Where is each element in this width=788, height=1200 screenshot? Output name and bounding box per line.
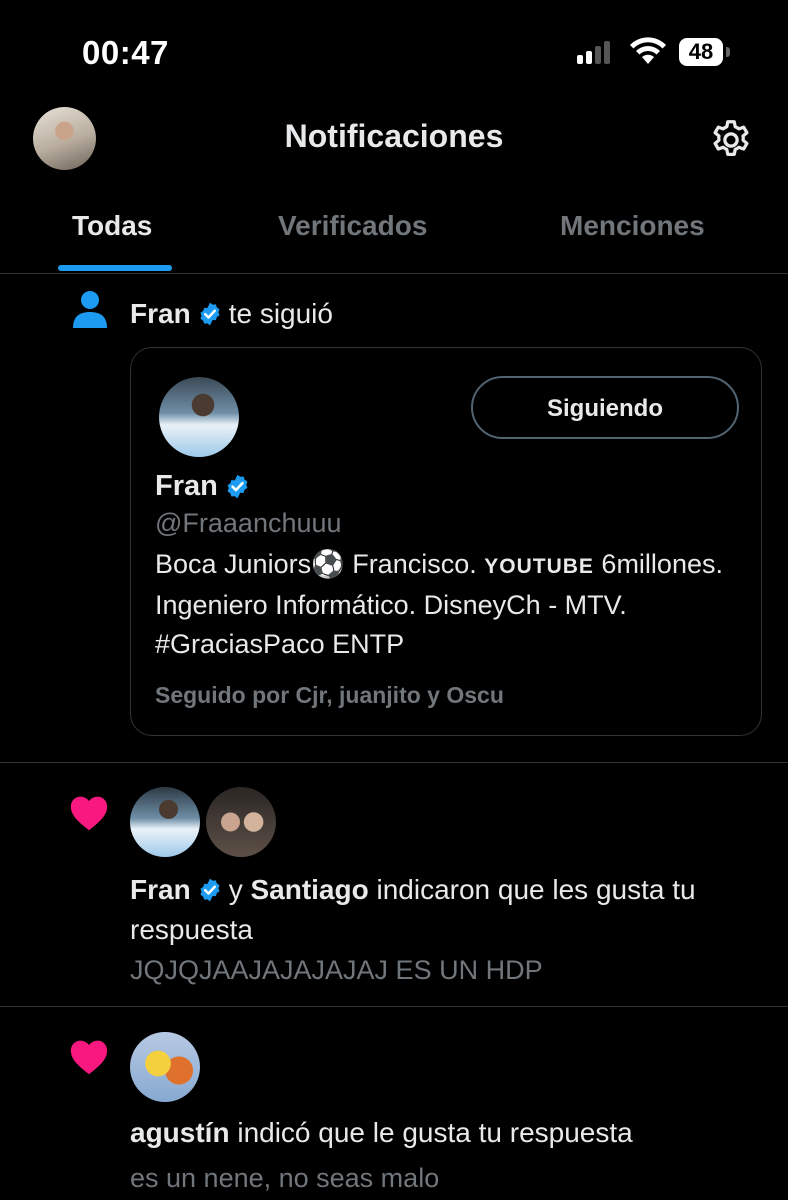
card-name[interactable]: Fran	[155, 470, 257, 503]
quoted-reply: JQJQJAAJAJAJAJAJ ES UN HDP	[130, 955, 543, 985]
notification-divider	[0, 1006, 788, 1007]
action-text: indicó que le gusta tu respuesta	[237, 1117, 633, 1148]
card-bio: Boca Juniors⚽ Francisco. YOUTUBE 6millon…	[155, 545, 745, 664]
person-icon	[73, 291, 107, 328]
tab-verificados[interactable]: Verificados	[278, 210, 427, 242]
bio-youtube: YOUTUBE	[484, 555, 594, 578]
verified-badge-icon	[227, 474, 248, 499]
actor-name[interactable]: Fran	[130, 298, 191, 330]
following-button[interactable]: Siguiendo	[471, 376, 739, 439]
actor-name[interactable]: Fran	[130, 874, 191, 905]
bio-part-1: Boca Juniors⚽ Francisco.	[155, 549, 485, 579]
verified-badge-icon	[200, 302, 220, 326]
heart-icon	[70, 1040, 108, 1075]
conjunction: y	[228, 874, 243, 905]
active-tab-indicator	[58, 265, 172, 271]
tab-todas[interactable]: Todas	[72, 210, 152, 242]
liker-avatar[interactable]	[206, 787, 276, 857]
card-name-text: Fran	[155, 470, 218, 502]
tabs-divider	[0, 273, 788, 274]
tab-menciones[interactable]: Menciones	[560, 210, 705, 242]
actor-name[interactable]: agustín	[130, 1117, 230, 1148]
liker-avatar[interactable]	[130, 787, 200, 857]
card-handle: @Fraaanchuuu	[155, 508, 342, 538]
notification-divider	[0, 762, 788, 763]
actor-name[interactable]: Santiago	[250, 874, 368, 905]
like-text: agustín indicó que le gusta tu respuesta	[130, 1117, 633, 1149]
action-text: te siguió	[228, 298, 333, 329]
verified-badge-icon	[200, 878, 220, 902]
gear-icon[interactable]	[708, 117, 754, 163]
battery-level: 48	[688, 39, 714, 64]
wifi-icon	[630, 37, 666, 64]
followed-by: Seguido por Cjr, juanjito y Oscu	[155, 682, 504, 708]
heart-icon	[70, 796, 108, 831]
card-avatar[interactable]	[159, 377, 239, 457]
status-time: 00:47	[82, 34, 169, 71]
battery-cap	[726, 47, 730, 57]
follow-text: Fran te siguió	[130, 298, 333, 330]
page-title: Notificaciones	[284, 118, 504, 154]
liker-avatar[interactable]	[130, 1032, 200, 1102]
quoted-reply: es un nene, no seas malo	[130, 1163, 440, 1193]
like-text: Fran y Santiago indicaron que les gusta t…	[130, 870, 750, 950]
signal-icon	[577, 40, 610, 64]
